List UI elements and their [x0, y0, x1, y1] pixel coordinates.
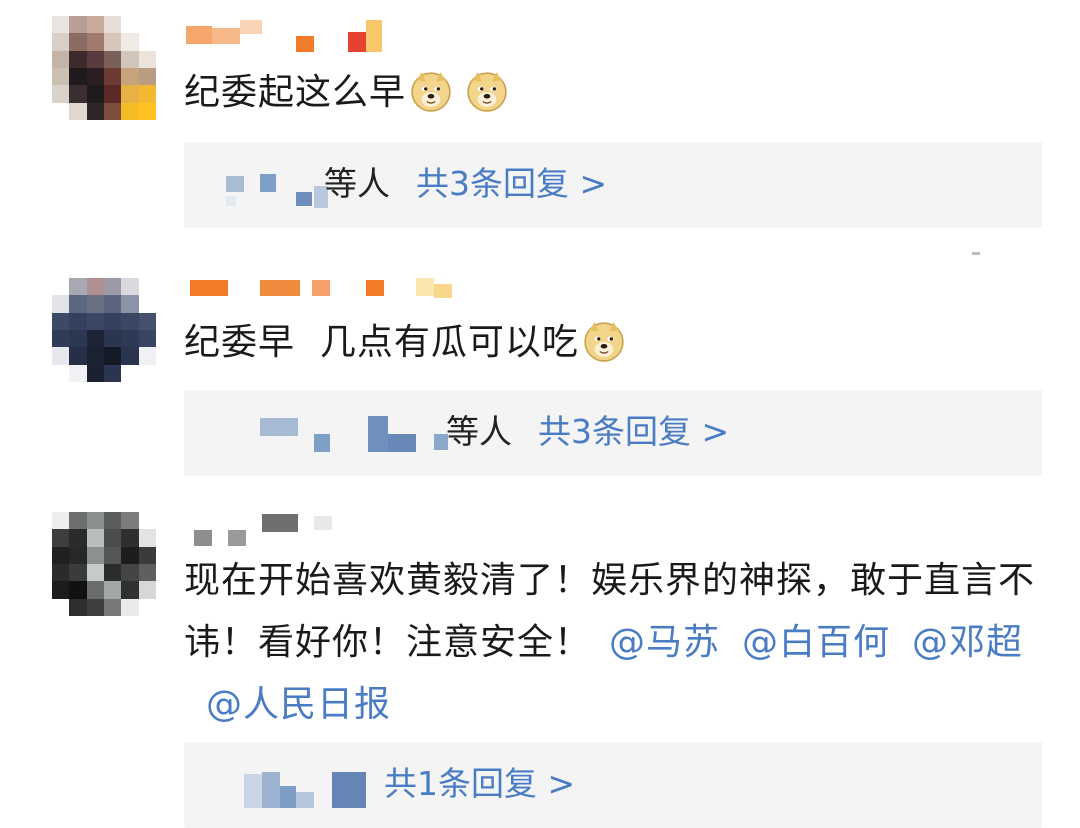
- reply-count-link[interactable]: 共3条回复 >: [416, 162, 607, 206]
- comment-body: 纪委起这么早: [184, 72, 407, 113]
- avatar[interactable]: [52, 278, 156, 382]
- comment-text: 纪委早 几点有瓜可以吃: [184, 312, 1050, 374]
- reply-users-suffix: 等人: [324, 164, 390, 203]
- reply-users-suffix: 等人: [446, 412, 512, 451]
- username-redacted[interactable]: [186, 278, 486, 312]
- doge-icon: [411, 72, 451, 112]
- username-redacted[interactable]: [186, 18, 486, 52]
- avatar[interactable]: [52, 16, 156, 120]
- reply-preview[interactable]: 等人 共3条回复 >: [184, 142, 1042, 228]
- comment-text: 纪委起这么早: [184, 62, 1050, 124]
- divider-mark: [972, 252, 980, 255]
- comment-body: 纪委早 几点有瓜可以吃: [184, 322, 579, 363]
- username-redacted[interactable]: [186, 510, 486, 546]
- reply-count-link[interactable]: 共1条回复 >: [384, 762, 575, 806]
- comment-text: 现在开始喜欢黄毅清了！娱乐界的神探，敢于直言不讳！看好你！注意安全！ @马苏 @白百…: [184, 550, 1054, 736]
- mention-link[interactable]: @人民日报: [206, 684, 391, 725]
- mention-link[interactable]: @马苏: [609, 622, 720, 663]
- reply-preview[interactable]: 共1条回复 >: [184, 742, 1042, 828]
- mention-link[interactable]: @邓超: [912, 622, 1023, 663]
- reply-preview[interactable]: 等人 共3条回复 >: [184, 390, 1042, 476]
- reply-count-link[interactable]: 共3条回复 >: [538, 410, 729, 454]
- avatar[interactable]: [52, 512, 156, 616]
- doge-icon: [584, 322, 624, 362]
- doge-icon: [467, 72, 507, 112]
- mention-link[interactable]: @白百何: [742, 622, 890, 663]
